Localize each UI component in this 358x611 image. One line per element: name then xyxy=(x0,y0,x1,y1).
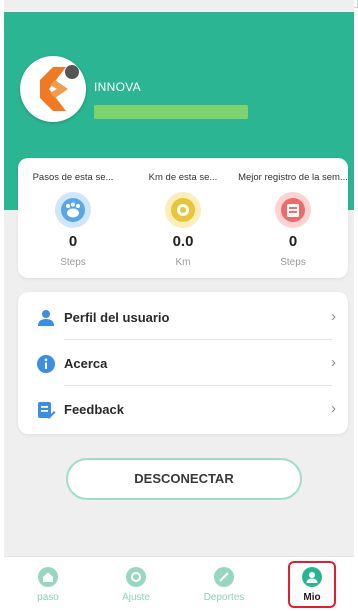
weekly-stats-card: Pasos de esta se... 0 Steps Km de esta s… xyxy=(18,158,348,278)
settings-menu-card: Perfil del usuario › Acerca › Feedback › xyxy=(18,292,348,434)
stat-label: Pasos de esta se... xyxy=(32,172,114,183)
tab-label: Ajuste xyxy=(122,592,150,603)
menu-item-label: Perfil del usuario xyxy=(64,310,170,325)
menu-item-about[interactable]: Acerca › xyxy=(18,342,348,386)
settings-icon xyxy=(126,567,146,587)
stat-unit: Steps xyxy=(60,257,86,268)
record-icon xyxy=(275,192,311,228)
sports-icon xyxy=(214,567,234,587)
tab-mio[interactable]: Mio xyxy=(268,557,354,611)
menu-item-user-profile[interactable]: Perfil del usuario › xyxy=(18,296,348,340)
stat-value: 0 xyxy=(288,233,298,250)
info-icon xyxy=(36,354,56,374)
stat-value: 0.0 xyxy=(172,233,194,250)
redacted-username-bar xyxy=(94,105,248,119)
stat-km: Km de esta se... 0.0 Km xyxy=(128,158,238,278)
stat-steps: Pasos de esta se... 0 Steps xyxy=(18,158,128,278)
divider xyxy=(64,339,332,340)
disconnect-button[interactable]: DESCONECTAR xyxy=(66,458,302,500)
user-icon xyxy=(36,308,56,328)
chevron-right-icon: › xyxy=(331,308,336,325)
footprints-icon xyxy=(55,192,91,228)
chevron-right-icon: › xyxy=(331,400,336,417)
profile-icon xyxy=(302,567,322,587)
tab-label: Deportes xyxy=(203,592,245,603)
tab-paso[interactable]: paso xyxy=(4,557,92,611)
tab-deportes[interactable]: Deportes xyxy=(180,557,268,611)
app-screen: INNOVA Pasos de esta se... 0 Steps Km de… xyxy=(4,0,354,611)
menu-item-feedback[interactable]: Feedback › xyxy=(18,388,348,432)
menu-item-label: Acerca xyxy=(64,356,108,371)
stat-label: Km de esta se... xyxy=(148,172,218,183)
brand-name: INNOVA xyxy=(94,80,141,94)
stat-value: 0 xyxy=(68,233,78,250)
stat-unit: Km xyxy=(175,257,191,268)
tab-label: paso xyxy=(37,592,59,603)
innova-logo xyxy=(20,56,86,122)
tab-ajuste[interactable]: Ajuste xyxy=(92,557,180,611)
divider xyxy=(64,385,332,386)
home-icon xyxy=(38,567,58,587)
distance-icon xyxy=(165,192,201,228)
bottom-tab-bar: paso Ajuste Deportes Mio xyxy=(4,556,354,611)
stat-label: Mejor registro de la sem... xyxy=(238,172,348,183)
stat-best-record: Mejor registro de la sem... 0 Steps xyxy=(238,158,348,278)
stat-unit: Steps xyxy=(280,257,306,268)
feedback-icon xyxy=(36,400,56,420)
chevron-right-icon: › xyxy=(331,354,336,371)
tab-label: Mio xyxy=(303,592,321,603)
menu-item-label: Feedback xyxy=(64,402,124,417)
